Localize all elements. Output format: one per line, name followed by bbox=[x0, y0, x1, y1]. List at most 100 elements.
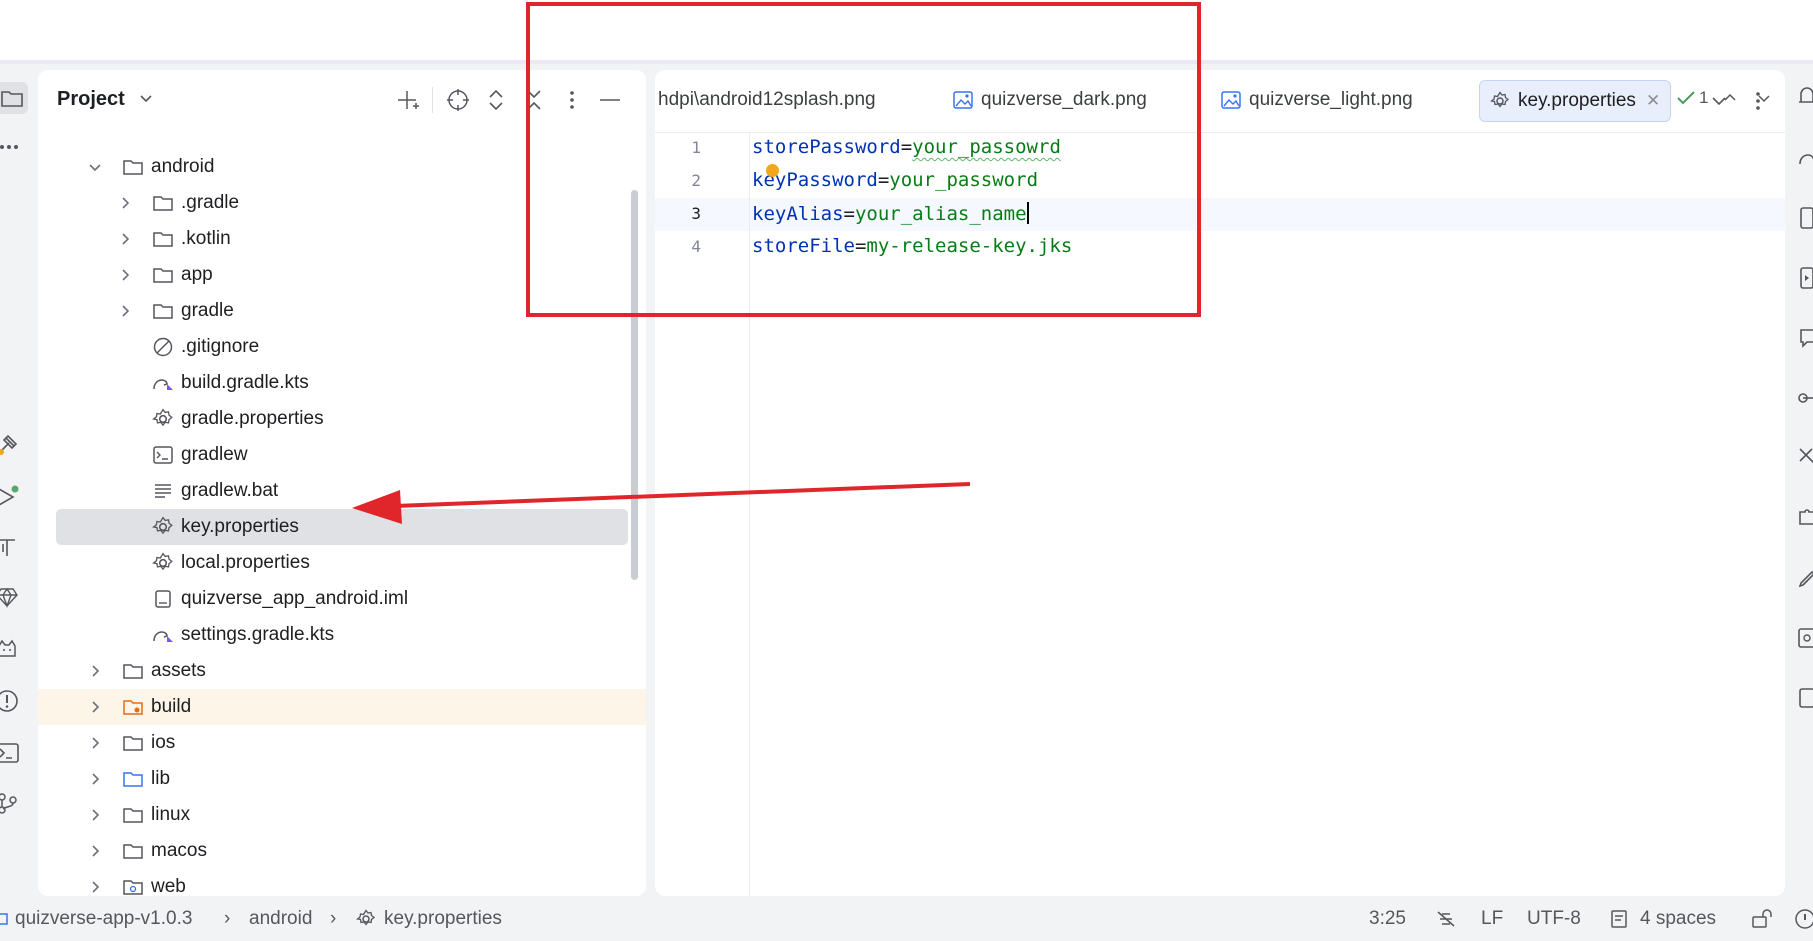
tree-folder-row[interactable]: build bbox=[38, 689, 646, 725]
tree-file-row[interactable]: gradlew bbox=[38, 437, 646, 473]
chevron-right-icon[interactable] bbox=[86, 770, 104, 788]
pen-icon[interactable] bbox=[1797, 566, 1813, 590]
tree-file-row[interactable]: settings.gradle.kts bbox=[38, 617, 646, 653]
assistant-icon[interactable] bbox=[1797, 326, 1813, 350]
close-icon[interactable]: ✕ bbox=[1646, 91, 1660, 111]
chevron-right-icon[interactable] bbox=[116, 302, 134, 320]
chevron-right-icon: › bbox=[330, 908, 337, 929]
settings-gear-icon bbox=[1490, 91, 1510, 108]
tree-folder-row[interactable]: lib bbox=[38, 761, 646, 797]
line-separator[interactable]: LF bbox=[1481, 908, 1503, 930]
tree-file-row[interactable]: build.gradle.kts bbox=[38, 365, 646, 401]
tree-item-label: .gitignore bbox=[181, 336, 260, 357]
ignore-file-icon bbox=[152, 336, 174, 358]
tree-folder-row[interactable]: assets bbox=[38, 653, 646, 689]
run-icon[interactable] bbox=[0, 484, 20, 510]
tab-key-properties[interactable]: key.properties ✕ bbox=[1479, 80, 1672, 122]
chevron-right-icon[interactable] bbox=[86, 806, 104, 824]
tree-item-label: build bbox=[151, 696, 192, 717]
terminal-file-icon bbox=[152, 444, 174, 466]
status-bar: quizverse-app-v1.0.3 › android › key.pro… bbox=[0, 898, 1813, 941]
folder-icon bbox=[152, 264, 174, 286]
unlock-icon[interactable] bbox=[1751, 909, 1773, 935]
build-hammer-icon[interactable] bbox=[0, 432, 20, 458]
memory-indicator-icon[interactable] bbox=[1794, 908, 1813, 936]
left-tool-stripe bbox=[0, 64, 36, 894]
device-manager-icon[interactable] bbox=[1797, 206, 1813, 230]
tree-file-row[interactable]: quizverse_app_android.iml bbox=[38, 581, 646, 617]
caret-position[interactable]: 3:25 bbox=[1369, 908, 1406, 930]
tree-item-label: gradlew.bat bbox=[181, 480, 279, 501]
no-git-branch-icon[interactable] bbox=[1435, 909, 1457, 935]
cat-icon[interactable] bbox=[0, 636, 20, 662]
more-tools-icon[interactable] bbox=[0, 134, 22, 160]
new-file-plus-icon[interactable] bbox=[394, 86, 422, 114]
layout-inspector-icon[interactable] bbox=[1797, 626, 1813, 650]
chevron-right-icon[interactable] bbox=[86, 662, 104, 680]
settings-gear-icon bbox=[355, 909, 376, 935]
folder-icon bbox=[122, 840, 144, 862]
indent-setting[interactable]: 4 spaces bbox=[1640, 908, 1716, 930]
problems-icon[interactable] bbox=[0, 688, 20, 714]
project-view-folder-icon[interactable] bbox=[0, 82, 28, 114]
chevron-right-icon: › bbox=[224, 908, 231, 929]
file-encoding[interactable]: UTF-8 bbox=[1527, 908, 1581, 930]
previous-highlight-chevron-up-icon[interactable] bbox=[1722, 90, 1738, 106]
tree-folder-row[interactable]: linux bbox=[38, 797, 646, 833]
chevron-right-icon[interactable] bbox=[116, 230, 134, 248]
tree-folder-row[interactable]: web bbox=[38, 869, 646, 896]
chevron-right-icon[interactable] bbox=[86, 878, 104, 896]
tree-item-label: quizverse_app_android.iml bbox=[181, 588, 409, 609]
chevron-down-icon[interactable] bbox=[86, 158, 104, 176]
locate-target-icon[interactable] bbox=[444, 86, 472, 114]
pull-requests-icon[interactable] bbox=[0, 534, 20, 560]
tree-folder-row[interactable]: macos bbox=[38, 833, 646, 869]
folder-icon bbox=[122, 804, 144, 826]
tools-icon[interactable] bbox=[1797, 446, 1813, 470]
link-icon[interactable] bbox=[1797, 386, 1813, 410]
tree-file-row[interactable]: gradle.properties bbox=[38, 401, 646, 437]
breadcrumb-file[interactable]: key.properties bbox=[384, 908, 502, 930]
tab-quizverse-light[interactable]: quizverse_light.png bbox=[1221, 80, 1413, 120]
tree-file-row[interactable]: .gitignore bbox=[38, 329, 646, 365]
next-highlight-chevron-down-icon[interactable] bbox=[1756, 90, 1772, 106]
indent-icon bbox=[1610, 909, 1630, 935]
chevron-right-icon[interactable] bbox=[86, 698, 104, 716]
tree-item-label: app bbox=[181, 264, 213, 285]
chevron-right-icon[interactable] bbox=[86, 734, 104, 752]
project-panel-title[interactable]: Project bbox=[57, 88, 125, 111]
gradle-file-icon bbox=[152, 372, 174, 394]
folder-icon bbox=[122, 156, 144, 178]
tab-label: quizverse_light.png bbox=[1249, 89, 1413, 110]
running-devices-icon[interactable] bbox=[1797, 266, 1813, 290]
excluded-folder-icon bbox=[122, 696, 144, 718]
chevron-right-icon[interactable] bbox=[86, 842, 104, 860]
gradle-icon[interactable] bbox=[1797, 146, 1813, 170]
inspection-widget[interactable]: 1 bbox=[1677, 88, 1772, 108]
folder-icon bbox=[122, 732, 144, 754]
text-file-icon bbox=[152, 480, 174, 502]
screen-mirror-icon[interactable] bbox=[1797, 686, 1813, 710]
source-folder-icon bbox=[122, 768, 144, 790]
chevron-down-icon[interactable] bbox=[138, 90, 154, 111]
tree-item-label: assets bbox=[151, 660, 206, 681]
tree-item-label: local.properties bbox=[181, 552, 310, 573]
terminal-icon[interactable] bbox=[0, 740, 20, 766]
tree-item-label: .gradle bbox=[181, 192, 240, 213]
folder-icon bbox=[152, 228, 174, 250]
tree-folder-row[interactable]: ios bbox=[38, 725, 646, 761]
check-icon bbox=[1677, 91, 1695, 105]
gem-icon[interactable] bbox=[0, 584, 20, 610]
chevron-right-icon[interactable] bbox=[116, 266, 134, 284]
tree-item-label: key.properties bbox=[181, 516, 299, 537]
git-icon[interactable] bbox=[0, 790, 20, 816]
chevron-right-icon[interactable] bbox=[116, 194, 134, 212]
settings-gear-icon bbox=[152, 552, 174, 574]
breadcrumb-project[interactable]: quizverse-app-v1.0.3 bbox=[15, 908, 192, 930]
notifications-bell-icon[interactable] bbox=[1797, 84, 1813, 108]
tree-file-row[interactable]: local.properties bbox=[38, 545, 646, 581]
expand-all-icon[interactable] bbox=[482, 86, 510, 114]
breadcrumb-folder[interactable]: android bbox=[249, 908, 312, 930]
puzzle-icon[interactable] bbox=[1797, 506, 1813, 530]
toolbar-divider bbox=[432, 87, 433, 113]
